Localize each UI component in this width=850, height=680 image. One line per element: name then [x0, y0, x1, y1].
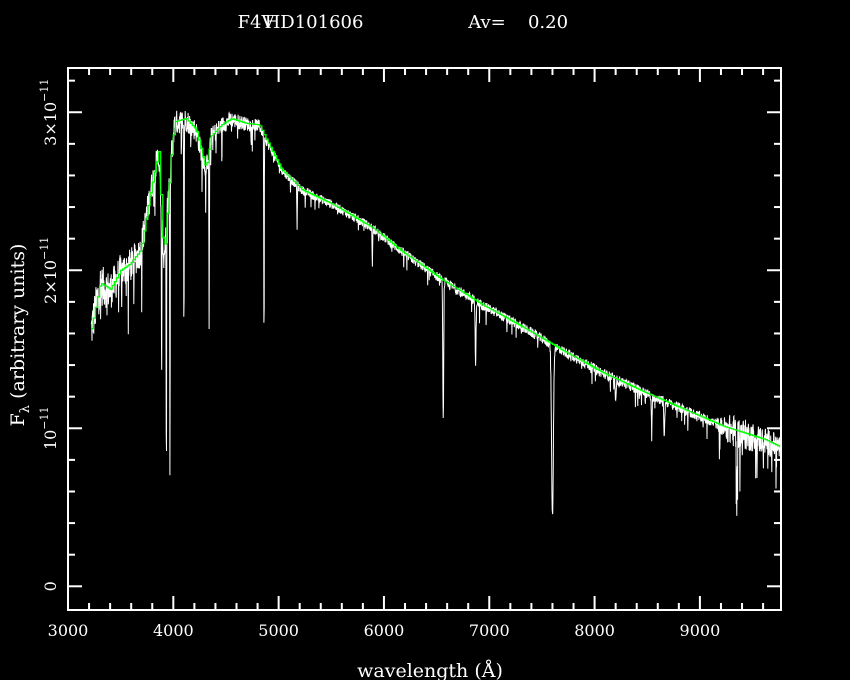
model-spectrum-line	[91, 119, 782, 447]
y-tick-label: 0	[41, 581, 60, 591]
plot-area	[91, 111, 782, 516]
x-tick-label: 5000	[258, 621, 299, 640]
chart-title: F4VHD101606Av=0.20	[238, 12, 569, 33]
x-axis-label: wavelength (Å)	[357, 660, 503, 680]
plot-frame	[68, 68, 781, 610]
x-tick-label: 3000	[48, 621, 89, 640]
y-label-main: F	[7, 413, 29, 426]
y-label-sub: λ	[18, 405, 33, 413]
axis-ticks: 3000 4000 5000 6000 7000 8000 9000 0 10−11 2×10−1…	[38, 68, 781, 640]
x-tick-label: 4000	[153, 621, 194, 640]
x-tick-label: 6000	[364, 621, 405, 640]
y-tick-label: 3×10−11	[38, 79, 60, 146]
x-tick-label: 9000	[680, 621, 721, 640]
title-star: HD101606	[265, 12, 364, 33]
y-axis-label: Fλ (arbitrary units)	[7, 244, 33, 427]
y-label-rest: (arbitrary units)	[7, 244, 29, 405]
title-av-value: 0.20	[528, 12, 568, 33]
y-tick-label: 10−11	[38, 406, 60, 450]
x-tick-label: 7000	[469, 621, 510, 640]
y-tick-label: 2×10−11	[38, 237, 60, 304]
spectrum-chart: F4VHD101606Av=0.20 300040005000600070008…	[0, 0, 850, 680]
x-tick-label: 8000	[574, 621, 615, 640]
observed-spectrum-line	[91, 111, 781, 516]
title-av-label: Av=	[467, 12, 506, 33]
